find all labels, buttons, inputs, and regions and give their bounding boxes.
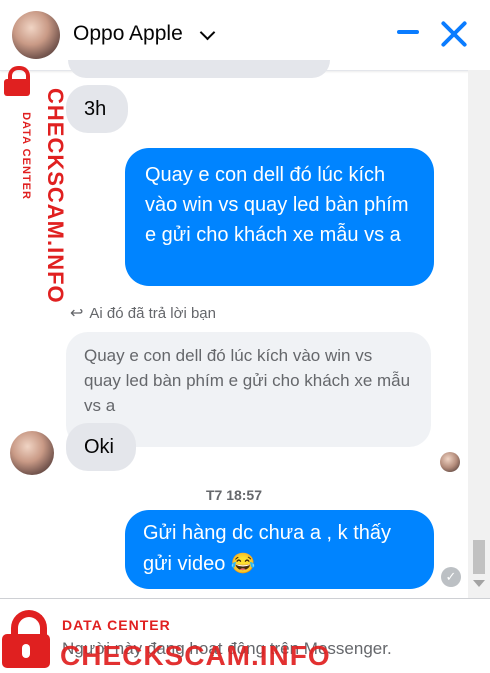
watermark-subtitle: DATA CENTER — [62, 617, 171, 633]
close-icon[interactable] — [440, 20, 468, 48]
reply-arrow-icon: ↩ — [70, 305, 84, 322]
seen-avatar — [440, 452, 460, 472]
seen-check-icon: ✓ — [441, 567, 461, 587]
reply-notice: ↩ Ai đó đã trả lời bạn — [70, 303, 216, 323]
reply-notice-text: Ai đó đã trả lời bạn — [89, 305, 216, 322]
watermark-subtitle-vertical: DATA CENTER — [19, 112, 32, 200]
previous-message-bubble — [68, 60, 330, 78]
outgoing-message[interactable]: Gửi hàng dc chưa a , k thấy gửi video 😂 — [125, 510, 434, 589]
scrollbar-thumb[interactable] — [473, 540, 485, 574]
contact-name[interactable]: Oppo Apple — [73, 22, 183, 46]
message-timestamp: T7 18:57 — [205, 487, 263, 503]
watermark-brand-vertical: CHECKSCAM.INFO — [43, 88, 68, 304]
lock-icon — [4, 66, 30, 96]
lock-icon — [2, 610, 50, 668]
watermark-brand: CHECKSCAM.INFO — [60, 640, 331, 671]
scrollbar[interactable] — [468, 70, 490, 598]
incoming-message[interactable]: 3h — [66, 85, 128, 133]
incoming-message[interactable]: Oki — [66, 423, 136, 471]
scroll-down-arrow-icon[interactable] — [473, 580, 485, 587]
minimize-icon[interactable] — [397, 30, 419, 34]
outgoing-message[interactable]: Quay e con dell đó lúc kích vào win vs q… — [125, 148, 434, 286]
sender-avatar[interactable] — [10, 431, 54, 475]
contact-avatar[interactable] — [12, 11, 60, 59]
chevron-down-icon[interactable] — [199, 24, 216, 41]
